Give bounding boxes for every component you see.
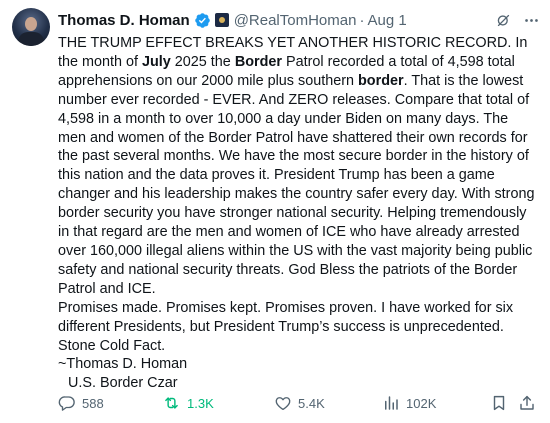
repost-button[interactable]: 1.3K [162, 394, 214, 412]
views-button[interactable]: 102K [382, 394, 436, 412]
grok-icon[interactable] [495, 12, 512, 34]
like-icon [274, 394, 292, 412]
tweet-paragraph-1: THE TRUMP EFFECT BREAKS YET ANOTHER HIST… [58, 35, 535, 297]
like-button[interactable]: 5.4K [274, 394, 325, 412]
action-bar: 588 1.3K 5.4K 102K [58, 394, 536, 414]
author-handle[interactable]: @RealTomHoman [234, 12, 357, 29]
bookmark-button[interactable] [490, 394, 508, 412]
reply-count: 588 [82, 395, 104, 411]
avatar-suit [18, 32, 44, 46]
share-button[interactable] [518, 394, 536, 412]
signature-title: U.S. Border Czar [68, 375, 178, 392]
bookmark-icon [490, 394, 508, 412]
repost-count: 1.3K [187, 395, 214, 411]
separator-dot: · [359, 11, 365, 29]
avatar[interactable] [12, 8, 50, 46]
tweet-date[interactable]: Aug 1 [367, 12, 406, 29]
tweet-text: THE TRUMP EFFECT BREAKS YET ANOTHER HIST… [58, 34, 536, 393]
affiliation-badge-icon[interactable] [214, 13, 229, 27]
tweet-header: Thomas D. Homan @RealTomHoman · Aug 1 [58, 10, 540, 30]
author-name[interactable]: Thomas D. Homan [58, 12, 190, 29]
signature-name: ~Thomas D. Homan [58, 356, 188, 373]
views-icon [382, 394, 400, 412]
repost-icon [162, 394, 181, 412]
verified-check-icon [194, 12, 211, 29]
reply-icon [58, 394, 76, 412]
share-icon [518, 394, 536, 412]
views-count: 102K [406, 395, 437, 411]
reply-button[interactable]: 588 [58, 394, 104, 412]
more-options-icon[interactable] [523, 12, 540, 34]
tweet-paragraph-2: Promises made. Promises kept. Promises p… [58, 299, 514, 354]
like-count: 5.4K [298, 395, 325, 411]
avatar-face [25, 17, 37, 31]
